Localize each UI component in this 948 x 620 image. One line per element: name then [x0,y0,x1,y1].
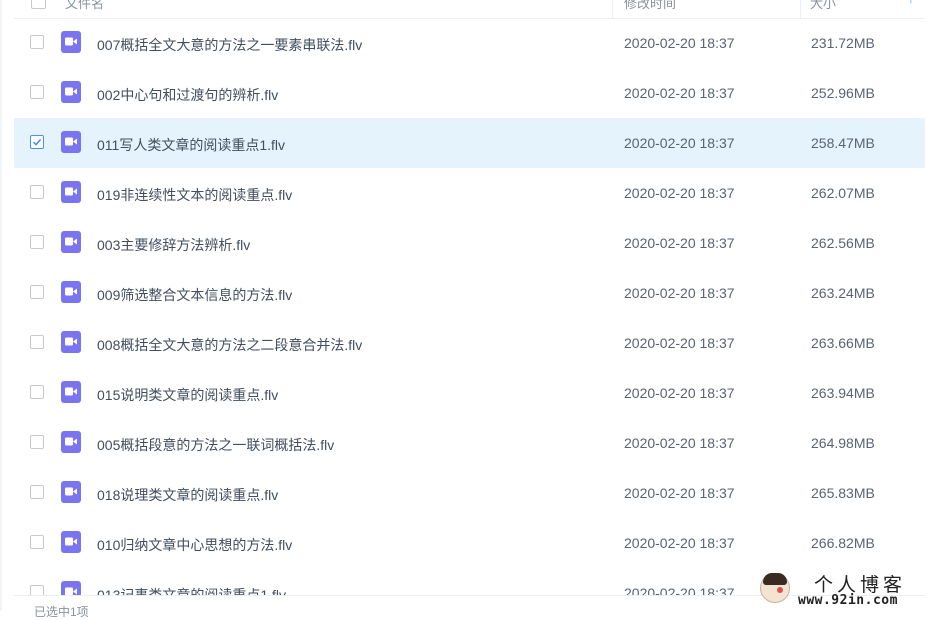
file-row[interactable]: 009筛选整合文本信息的方法.flv 2020-02-20 18:37 263.24… [14,268,925,318]
file-modified-date: 2020-02-20 18:37 [624,535,735,551]
file-name[interactable]: 003主要修辞方法辨析.flv [97,235,250,255]
file-row[interactable]: 011写人类文章的阅读重点1.flv 2020-02-20 18:37 258.47… [14,118,925,168]
video-file-icon [61,31,81,53]
file-modified-date: 2020-02-20 18:37 [624,185,735,201]
row-checkbox[interactable] [30,85,44,99]
file-size: 265.83MB [811,485,875,501]
file-modified-date: 2020-02-20 18:37 [624,485,735,501]
file-name[interactable]: 015说明类文章的阅读重点.flv [97,385,278,405]
video-file-icon [61,331,81,353]
watermark-url: www.92in.com [798,593,898,608]
file-list: 007概括全文大意的方法之一要素串联法.flv 2020-02-20 18:37 2… [14,18,925,618]
file-row[interactable]: 015说明类文章的阅读重点.flv 2020-02-20 18:37 263.94M… [14,368,925,418]
row-checkbox[interactable] [30,185,44,199]
row-checkbox[interactable] [30,385,44,399]
file-size: 252.96MB [811,85,875,101]
row-checkbox[interactable] [30,535,44,549]
row-checkbox[interactable] [30,135,44,149]
left-border [0,0,2,611]
file-row[interactable]: 019非连续性文本的阅读重点.flv 2020-02-20 18:37 262.07… [14,168,925,218]
file-size: 263.94MB [811,385,875,401]
file-size: 262.56MB [811,235,875,251]
file-size: 264.98MB [811,435,875,451]
file-modified-date: 2020-02-20 18:37 [624,385,735,401]
file-name[interactable]: 010归纳文章中心思想的方法.flv [97,535,292,555]
file-size: 266.82MB [811,535,875,551]
file-modified-date: 2020-02-20 18:37 [624,35,735,51]
column-divider[interactable] [612,0,613,18]
file-row[interactable]: 018说理类文章的阅读重点.flv 2020-02-20 18:37 265.83M… [14,468,925,518]
avatar-icon [760,573,790,603]
file-list-header: 文件名 修改时间 大小 ↑ [14,0,925,19]
file-size: 262.07MB [811,185,875,201]
column-header-size[interactable]: 大小 [810,0,836,12]
file-name[interactable]: 005概括段意的方法之一联词概括法.flv [97,435,334,455]
file-name[interactable]: 019非连续性文本的阅读重点.flv [97,185,292,205]
video-file-icon [61,181,81,203]
file-size: 263.66MB [811,335,875,351]
file-row[interactable]: 010归纳文章中心思想的方法.flv 2020-02-20 18:37 266.82… [14,518,925,568]
file-row[interactable]: 007概括全文大意的方法之一要素串联法.flv 2020-02-20 18:37 2… [14,18,925,68]
row-checkbox[interactable] [30,335,44,349]
file-name[interactable]: 007概括全文大意的方法之一要素串联法.flv [97,35,362,55]
video-file-icon [61,431,81,453]
sort-arrow-icon[interactable]: ↑ [908,0,914,6]
file-modified-date: 2020-02-20 18:37 [624,335,735,351]
column-header-name[interactable]: 文件名 [65,0,104,12]
video-file-icon [61,381,81,403]
checkmark-icon [32,138,42,146]
file-modified-date: 2020-02-20 18:37 [624,285,735,301]
file-name[interactable]: 011写人类文章的阅读重点1.flv [97,135,285,155]
video-file-icon [61,481,81,503]
row-checkbox[interactable] [30,285,44,299]
video-file-icon [61,531,81,553]
selection-count: 已选中1项 [34,605,89,619]
column-divider[interactable] [800,0,801,18]
file-modified-date: 2020-02-20 18:37 [624,85,735,101]
row-checkbox[interactable] [30,435,44,449]
file-row[interactable]: 003主要修辞方法辨析.flv 2020-02-20 18:37 262.56MB [14,218,925,268]
file-size: 263.24MB [811,285,875,301]
file-modified-date: 2020-02-20 18:37 [624,435,735,451]
row-checkbox[interactable] [30,35,44,49]
file-size: 258.47MB [811,135,875,151]
video-file-icon [61,281,81,303]
file-size: 231.72MB [811,35,875,51]
video-file-icon [61,131,81,153]
file-row[interactable]: 008概括全文大意的方法之二段意合并法.flv 2020-02-20 18:37 2… [14,318,925,368]
file-row[interactable]: 002中心句和过渡句的辨析.flv 2020-02-20 18:37 252.96M… [14,68,925,118]
video-file-icon [61,81,81,103]
file-name[interactable]: 009筛选整合文本信息的方法.flv [97,285,292,305]
row-checkbox[interactable] [30,485,44,499]
row-checkbox[interactable] [30,235,44,249]
column-header-date[interactable]: 修改时间 [624,0,676,12]
file-name[interactable]: 008概括全文大意的方法之二段意合并法.flv [97,335,362,355]
video-file-icon [61,231,81,253]
file-row[interactable]: 005概括段意的方法之一联词概括法.flv 2020-02-20 18:37 264… [14,418,925,468]
file-modified-date: 2020-02-20 18:37 [624,235,735,251]
file-name[interactable]: 018说理类文章的阅读重点.flv [97,485,278,505]
watermark-logo: 个人博客 www.92in.com [754,568,948,611]
select-all-checkbox[interactable] [31,0,46,9]
file-modified-date: 2020-02-20 18:37 [624,135,735,151]
file-name[interactable]: 002中心句和过渡句的辨析.flv [97,85,278,105]
